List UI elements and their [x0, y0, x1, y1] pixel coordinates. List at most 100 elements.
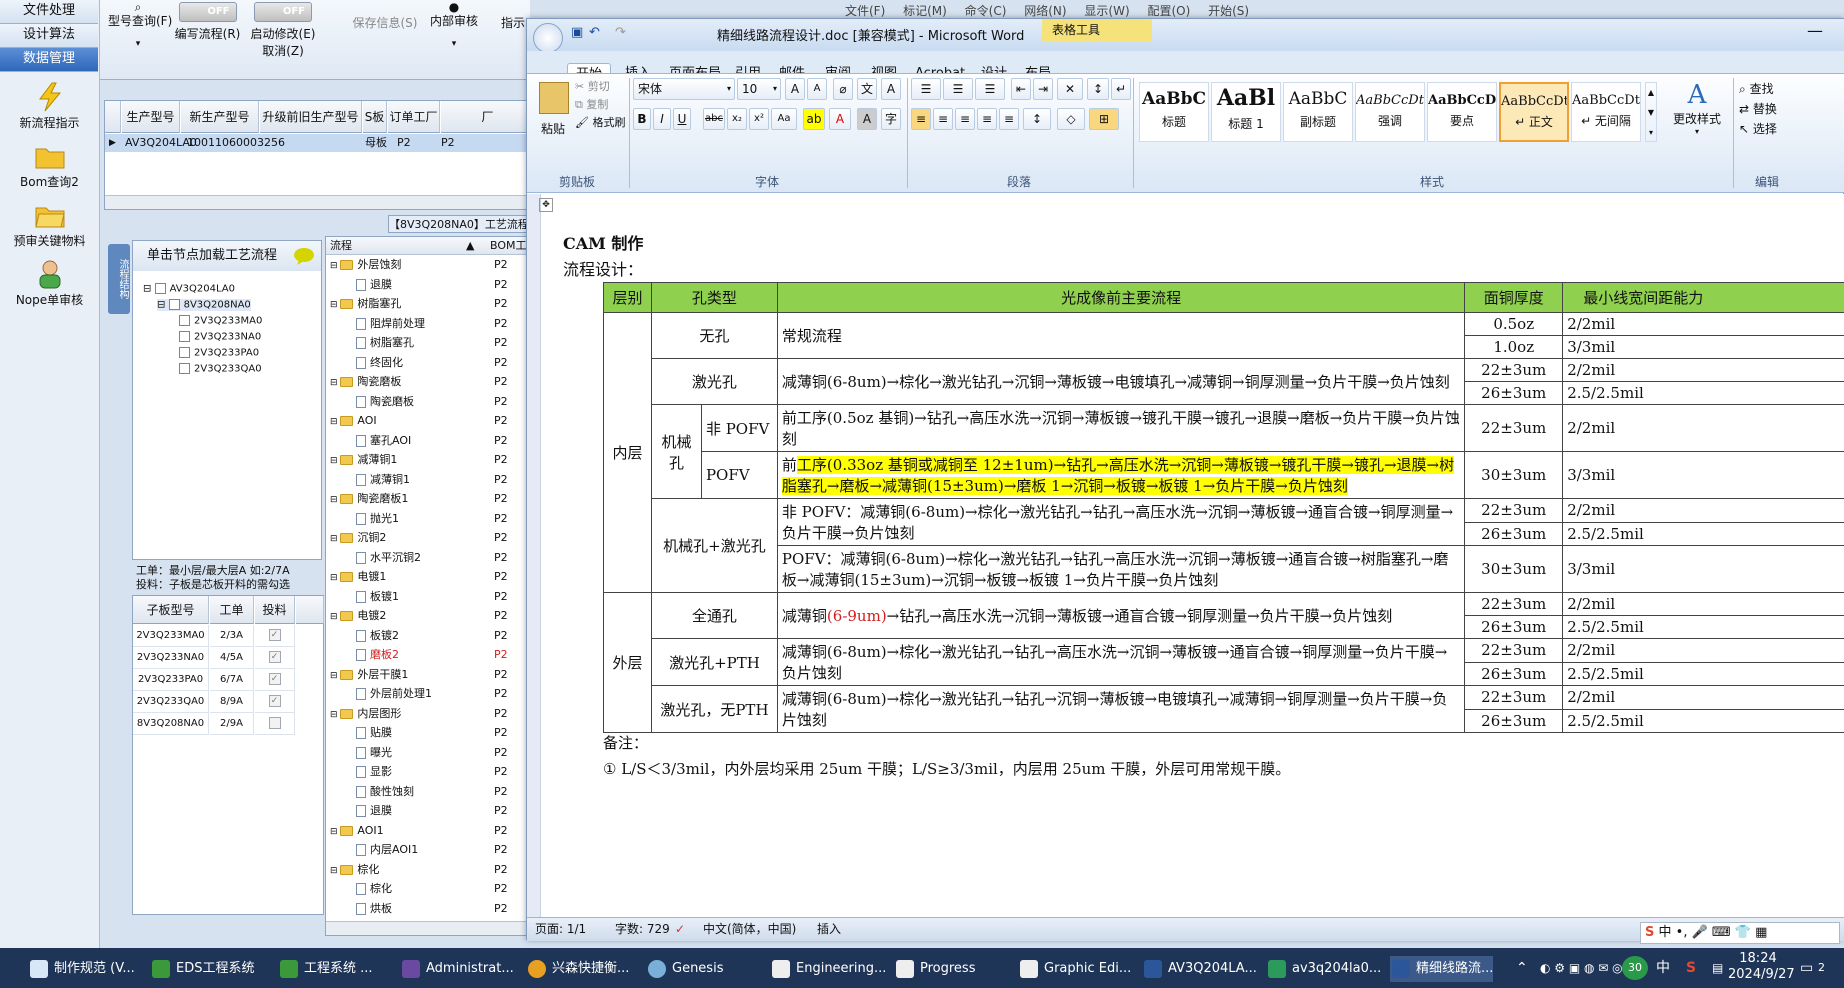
- tree-node-leaf[interactable]: 2V3Q233PA0: [179, 347, 259, 359]
- char-border-icon[interactable]: A: [881, 78, 901, 100]
- collapse-icon[interactable]: ⊟: [330, 534, 340, 544]
- char-shading-icon[interactable]: A: [857, 108, 877, 130]
- process-tree-row[interactable]: ⊟ 树脂塞孔 P2: [326, 294, 529, 313]
- status-page[interactable]: 页面: 1/1: [535, 918, 586, 940]
- styles-scroll[interactable]: ▲ ▼ ▾: [1645, 82, 1657, 142]
- process-tree-row[interactable]: ⊟ 电镀1 P2: [326, 567, 529, 586]
- nav-file-processing[interactable]: 文件处理: [0, 0, 98, 24]
- clear-format-icon[interactable]: ⌀: [833, 78, 853, 100]
- collapse-icon[interactable]: ⊟: [330, 827, 340, 837]
- nav-design-algorithm[interactable]: 设计算法: [0, 24, 98, 48]
- taskbar-item[interactable]: Progress: [894, 956, 975, 982]
- menu-network[interactable]: 网络(N): [1024, 4, 1066, 18]
- taskbar-item[interactable]: EDS工程系统: [150, 956, 254, 982]
- network-icon[interactable]: ▤: [1712, 948, 1723, 988]
- style-emphasis[interactable]: AaBbCcDt 强调: [1355, 82, 1425, 142]
- align-right-icon[interactable]: ≡: [955, 108, 975, 130]
- sub-header-order[interactable]: 工单: [210, 596, 254, 624]
- sogou-icon[interactable]: S: [1680, 948, 1702, 988]
- process-tree-row[interactable]: ⊟ AOI1 P2: [326, 821, 529, 840]
- select-button[interactable]: ↖ 选择: [1739, 120, 1777, 137]
- model-query-button[interactable]: ⌕ 型号查询(F) ▾: [108, 0, 172, 49]
- collapse-icon[interactable]: ⊟: [330, 710, 340, 720]
- style-normal[interactable]: AaBbCcDt ↵ 正文: [1499, 82, 1569, 142]
- collapse-icon[interactable]: ⊟: [330, 417, 340, 427]
- save-info-button[interactable]: 保存信息(S): [350, 14, 420, 31]
- redo-icon[interactable]: ↷: [615, 25, 626, 40]
- menu-start[interactable]: 开始(S): [1208, 4, 1249, 18]
- undo-icon[interactable]: ↶: [589, 25, 600, 40]
- table-row[interactable]: ▶ AV3Q204LA0 10011060003256 母板 P2 P2: [105, 134, 535, 152]
- tree-node-leaf[interactable]: 2V3Q233NA0: [179, 331, 261, 343]
- table-move-handle-icon[interactable]: ✥: [539, 198, 553, 212]
- grid-header-s[interactable]: S板: [363, 101, 387, 133]
- collapse-icon[interactable]: ⊟: [330, 378, 340, 388]
- taskbar-item[interactable]: 兴森快捷衡...: [526, 956, 629, 982]
- menu-mark[interactable]: 标记(M): [903, 4, 947, 18]
- collapse-icon[interactable]: ⊟: [330, 671, 340, 681]
- copy-button[interactable]: ⧉ 复制: [575, 96, 608, 112]
- sub-header-feed[interactable]: 投料: [255, 596, 295, 624]
- horizontal-scrollbar[interactable]: [105, 195, 535, 209]
- borders-icon[interactable]: ⊞: [1089, 108, 1119, 130]
- taskbar-item[interactable]: Graphic Edi...: [1018, 956, 1131, 982]
- taskbar-item[interactable]: AV3Q204LA...: [1142, 956, 1257, 982]
- process-tree-row[interactable]: 退膜 P2: [326, 275, 529, 294]
- nav-data-management[interactable]: 数据管理: [0, 48, 98, 72]
- node-checkbox[interactable]: [179, 315, 190, 326]
- taskbar-item[interactable]: Genesis: [646, 956, 723, 982]
- shading-icon[interactable]: ◇: [1057, 108, 1085, 130]
- process-tree-row[interactable]: 内层AOI1 P2: [326, 840, 529, 859]
- replace-button[interactable]: ⇄ 替换: [1739, 100, 1777, 117]
- process-tree-row[interactable]: ⊟ 棕化 P2: [326, 860, 529, 879]
- grow-font-icon[interactable]: A: [785, 78, 805, 100]
- shrink-font-icon[interactable]: A: [807, 78, 827, 100]
- menu-file[interactable]: 文件(F): [845, 4, 885, 18]
- collapse-icon[interactable]: ⊟: [330, 456, 340, 466]
- tree-node-root[interactable]: ⊟ AV3Q204LA0: [143, 283, 235, 295]
- process-tree-row[interactable]: 树脂塞孔 P2: [326, 333, 529, 352]
- style-heading1[interactable]: AaBl 标题 1: [1211, 82, 1281, 142]
- cut-button[interactable]: ✂ 剪切: [575, 78, 610, 94]
- node-checkbox[interactable]: [179, 331, 190, 342]
- decrease-indent-icon[interactable]: ⇤: [1011, 78, 1031, 100]
- process-tree-row[interactable]: 退膜 P2: [326, 801, 529, 820]
- font-size-select[interactable]: 10 ▾: [737, 78, 781, 100]
- prereview-tool[interactable]: 预审关键物料: [0, 200, 99, 249]
- phonetic-icon[interactable]: 文: [857, 78, 877, 100]
- clock[interactable]: 18:24 2024/9/27: [1728, 951, 1795, 983]
- style-title[interactable]: AaBbC 标题: [1139, 82, 1209, 142]
- process-tree-row[interactable]: 阻焊前处理 P2: [326, 314, 529, 333]
- process-tree-row[interactable]: 外层前处理1 P2: [326, 684, 529, 703]
- collapse-icon[interactable]: ⊟: [330, 261, 340, 271]
- menu-command[interactable]: 命令(C): [965, 4, 1007, 18]
- process-tree-row[interactable]: 棕化 P2: [326, 879, 529, 898]
- instruct-button[interactable]: 指示: [498, 14, 528, 31]
- taskbar-item[interactable]: Administrat...: [400, 956, 514, 982]
- status-mode[interactable]: 插入: [817, 918, 841, 940]
- change-styles-button[interactable]: A 更改样式 ▾: [1667, 80, 1727, 136]
- grid-header-extra[interactable]: 厂: [441, 101, 535, 133]
- bold-icon[interactable]: B: [633, 108, 651, 130]
- subscript-icon[interactable]: x₂: [727, 108, 747, 130]
- minimize-icon[interactable]: —: [1807, 21, 1823, 40]
- process-tree-row[interactable]: 显影 P2: [326, 762, 529, 781]
- distribute-icon[interactable]: ≡: [999, 108, 1019, 130]
- process-tree-row[interactable]: ⊟ 外层干膜1 P2: [326, 665, 529, 684]
- process-tree-row[interactable]: ⊟ 减薄铜1 P2: [326, 450, 529, 469]
- collapse-icon[interactable]: ⊟: [330, 612, 340, 622]
- process-tree-row[interactable]: 贴膜 P2: [326, 723, 529, 742]
- tree-node-leaf[interactable]: 2V3Q233MA0: [179, 315, 262, 327]
- font-name-select[interactable]: 宋体 ▾: [633, 78, 735, 100]
- align-center-icon[interactable]: ≡: [933, 108, 953, 130]
- save-icon[interactable]: ▣: [571, 25, 583, 40]
- status-language[interactable]: 中文(简体，中国): [703, 918, 796, 940]
- node-checkbox[interactable]: [154, 283, 166, 294]
- process-tree-row[interactable]: 抛光1 P2: [326, 509, 529, 528]
- numbering-icon[interactable]: ☰: [943, 78, 973, 100]
- collapse-icon[interactable]: ⊟: [330, 573, 340, 583]
- tray-chevron-icon[interactable]: ⌃: [1516, 948, 1528, 988]
- process-tree-row[interactable]: 水平沉铜2 P2: [326, 548, 529, 567]
- cancel-button[interactable]: 取消(Z): [228, 42, 338, 59]
- bom-query-tool[interactable]: Bom查询2: [0, 141, 99, 190]
